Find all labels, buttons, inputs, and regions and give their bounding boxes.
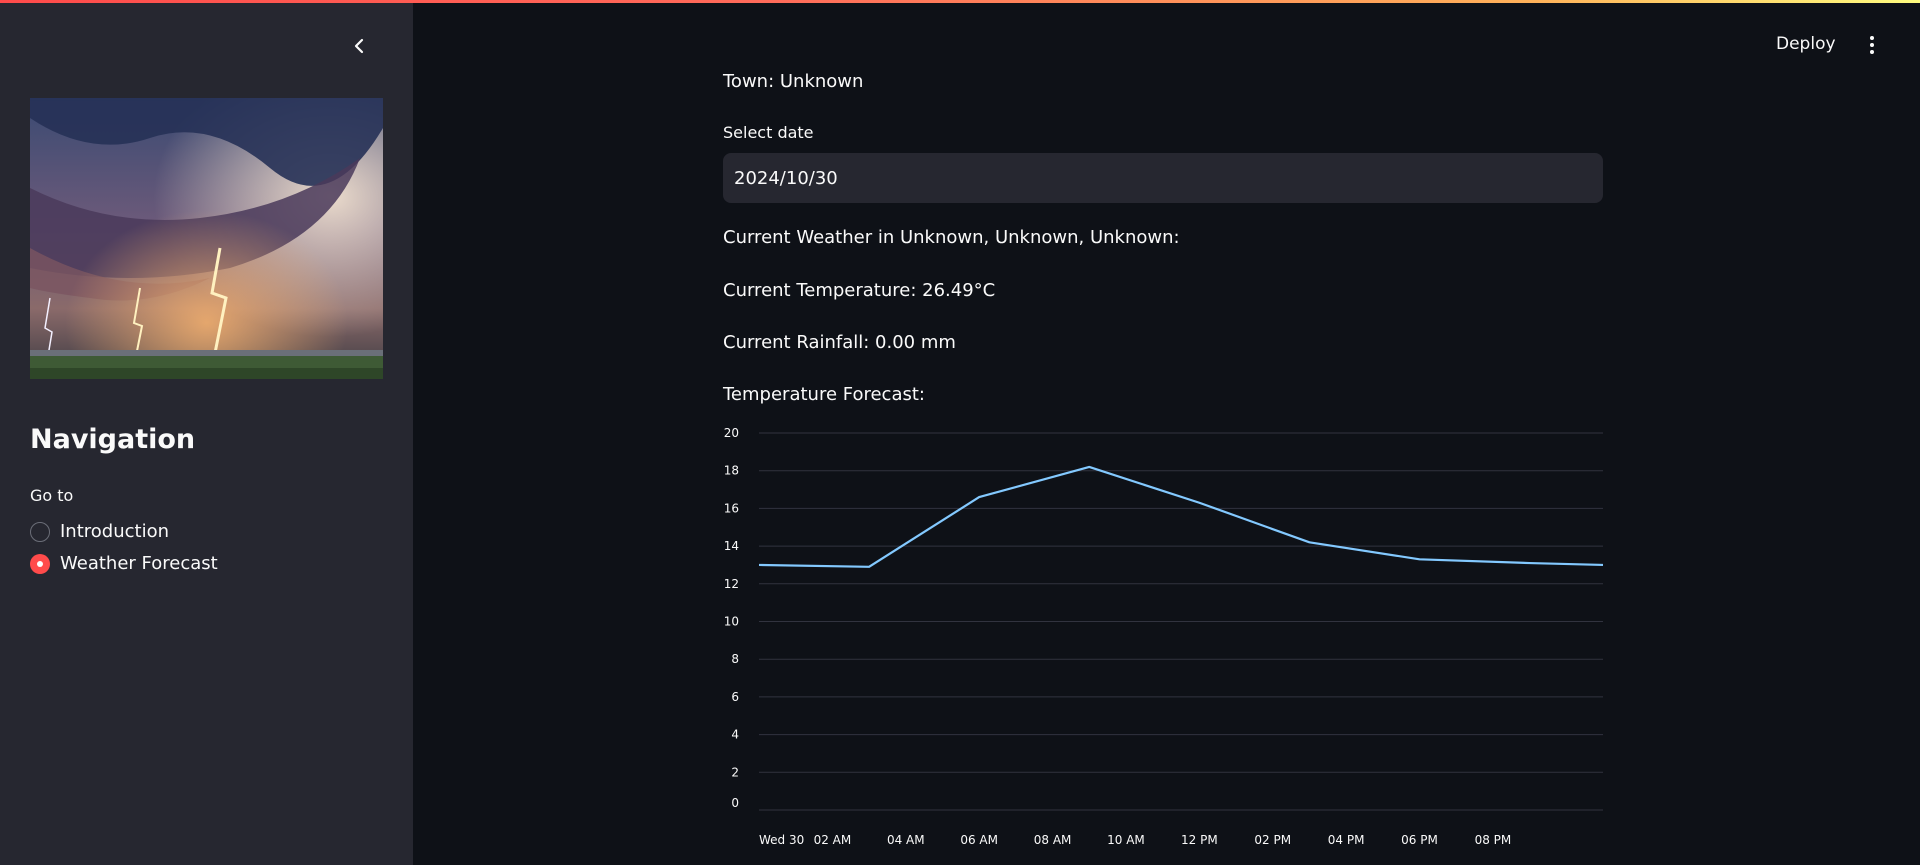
more-vertical-icon	[1870, 36, 1874, 40]
y-tick-label: 8	[731, 652, 739, 666]
x-tick-label: 10 AM	[1107, 833, 1145, 847]
town-text: Town: Unknown	[723, 71, 864, 92]
main-menu-button[interactable]	[1862, 32, 1882, 58]
y-tick-label: 2	[731, 765, 739, 779]
x-tick-label: 06 PM	[1401, 833, 1438, 847]
current-rainfall-text: Current Rainfall: 0.00 mm	[723, 332, 956, 353]
deploy-button[interactable]: Deploy	[1776, 34, 1836, 54]
y-tick-label: 20	[724, 426, 739, 440]
x-tick-label: 08 AM	[1034, 833, 1072, 847]
radio-option-label: Weather Forecast	[60, 553, 218, 574]
app-header-decoration	[0, 0, 1920, 3]
y-tick-label: 14	[724, 539, 739, 553]
goto-label: Go to	[30, 486, 74, 505]
date-input-label: Select date	[723, 123, 814, 142]
x-tick-label: 02 PM	[1254, 833, 1291, 847]
x-tick-label: 04 PM	[1328, 833, 1365, 847]
series-line	[758, 465, 1604, 568]
radio-selected-icon	[30, 553, 50, 574]
chevron-left-icon	[354, 38, 364, 54]
y-tick-label: 6	[731, 690, 739, 704]
x-tick-label: 02 AM	[814, 833, 852, 847]
x-tick-label: 04 AM	[887, 833, 925, 847]
x-tick-label: Wed 30	[759, 833, 804, 847]
current-temperature-text: Current Temperature: 26.49°C	[723, 280, 996, 301]
sidebar: Navigation Go to Introduction Weather Fo…	[0, 0, 413, 865]
x-tick-label: 12 PM	[1181, 833, 1218, 847]
radio-option-introduction[interactable]: Introduction	[30, 521, 169, 542]
y-tick-label: 16	[724, 501, 739, 515]
radio-unselected-icon	[30, 521, 50, 542]
storm-lightning-image	[30, 98, 383, 379]
temperature-forecast-chart: 0 2 4 6 8 10 12 14 16 18 20 Wed 30 02 AM 04 AM 06 AM 08…	[724, 426, 1604, 847]
current-weather-text: Current Weather in Unknown, Unknown, Unk…	[723, 227, 1180, 248]
y-tick-label: 12	[724, 577, 739, 591]
y-tick-label: 10	[724, 615, 739, 629]
y-tick-label: 0	[731, 796, 739, 810]
date-input[interactable]	[723, 153, 1603, 203]
x-tick-label: 08 PM	[1475, 833, 1512, 847]
y-tick-label: 4	[731, 728, 739, 742]
radio-option-label: Introduction	[60, 521, 170, 542]
radio-option-weather-forecast[interactable]: Weather Forecast	[30, 553, 218, 574]
x-tick-label: 06 AM	[960, 833, 998, 847]
y-tick-label: 18	[724, 464, 739, 478]
collapse-sidebar-button[interactable]	[347, 34, 371, 58]
navigation-title: Navigation	[30, 424, 196, 455]
forecast-heading: Temperature Forecast:	[723, 384, 925, 405]
